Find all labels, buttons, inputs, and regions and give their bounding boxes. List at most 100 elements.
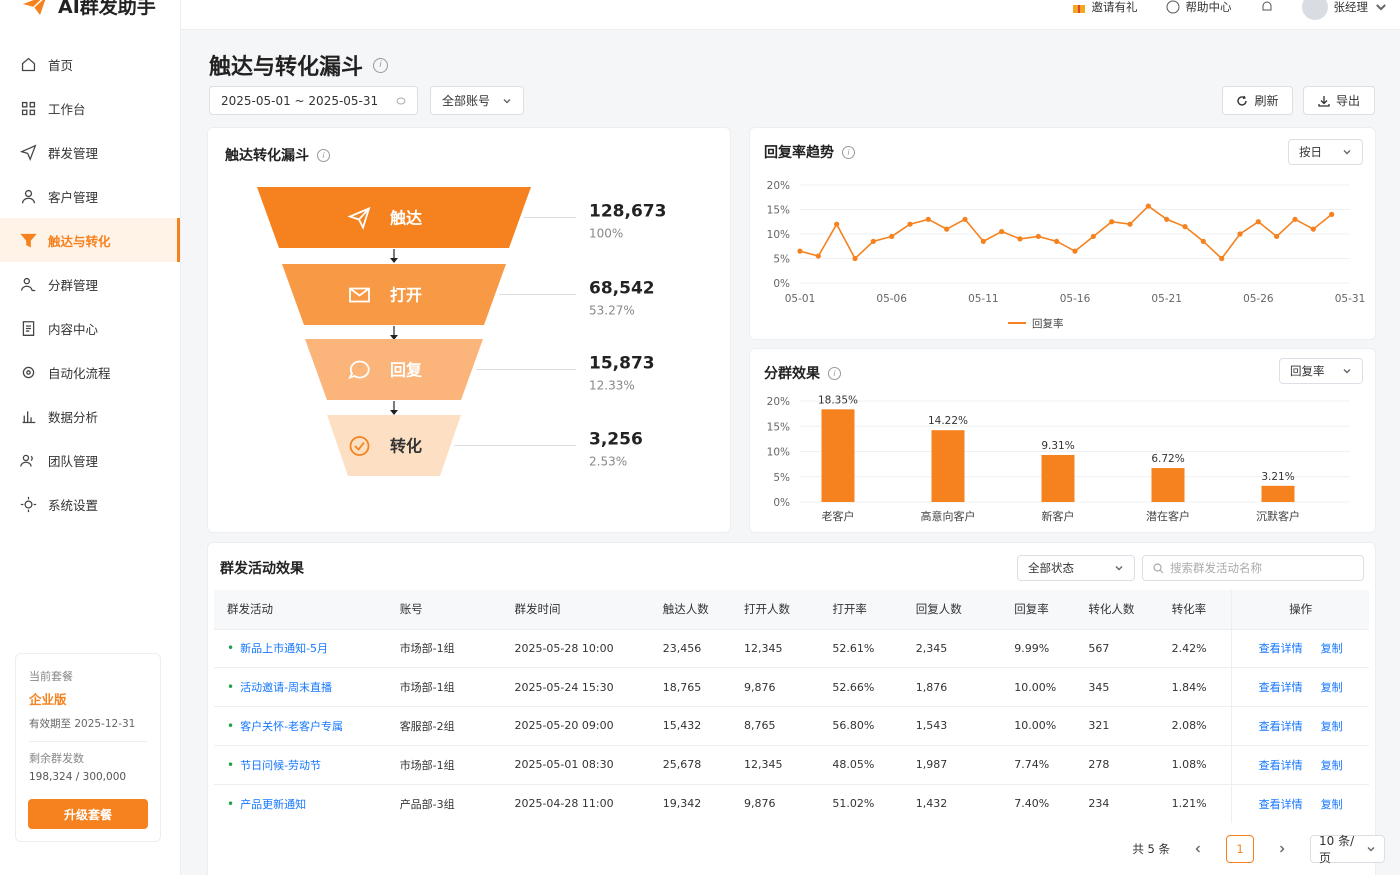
prev-page-button[interactable] [1184,835,1212,863]
view-detail-link[interactable]: 查看详情 [1259,681,1303,694]
column-header: 操作 [1231,590,1369,629]
next-page-button[interactable] [1268,835,1296,863]
campaign-name-link[interactable]: 新品上市通知-5月 [214,628,387,668]
column-header: 回复人数 [902,590,1002,629]
segment-chart: 0% 5% 10% 15% 20% 18.35% 老客户 14.22% 高意向客户 9.31% 新客… [767,394,1350,523]
status-select[interactable]: 全部状态 [1017,555,1135,581]
campaign-search[interactable]: 搜索群发活动名称 [1142,555,1364,581]
x-category-label: 潜在客户 [1146,509,1190,523]
table-cell: 567 [1075,628,1159,668]
sidebar-item-8[interactable]: 数据分析 [0,394,180,438]
page-size-select[interactable]: 10 条/页 [1310,834,1385,865]
export-button[interactable]: 导出 [1303,86,1375,115]
refresh-button[interactable]: 刷新 [1222,86,1293,115]
view-detail-link[interactable]: 查看详情 [1259,720,1303,733]
help-link[interactable]: 帮助中心 [1166,0,1232,15]
sidebar-item-10[interactable]: 系统设置 [0,482,180,526]
data-point [1292,216,1298,222]
copy-link[interactable]: 复制 [1321,681,1343,694]
chevron-down-icon [1367,847,1375,852]
sidebar-item-6[interactable]: 内容中心 [0,306,180,350]
sidebar-item-5[interactable]: 分群管理 [0,262,180,306]
table-cell: 2025-05-01 08:30 [501,744,650,785]
data-point [1164,216,1170,222]
table-row: 新品上市通知-5月市场部-1组2025-05-28 10:0023,45612,… [214,628,1369,668]
sidebar-item-9[interactable]: 团队管理 [0,438,180,482]
date-range-picker[interactable]: 2025-05-01 ~ 2025-05-31 [209,86,418,115]
remaining-label: 剩余群发数 [29,752,84,765]
campaign-name-link[interactable]: 客户关怀-老客户专属 [214,706,387,746]
sidebar-item-0[interactable]: 首页 [0,42,180,86]
copy-link[interactable]: 复制 [1321,642,1343,655]
series-line [799,205,1333,260]
table-row: 产品更新通知产品部-3组2025-04-28 11:0019,3429,8765… [214,783,1369,823]
data-point [944,226,950,232]
bar [1041,454,1075,502]
sidebar-item-label: 触达与转化 [48,233,111,249]
table-cell: 7.74% [1001,744,1076,785]
x-tick-label: 05-16 [1060,293,1091,305]
document-icon [22,320,35,336]
data-point [1329,211,1335,217]
remaining-count: 198,324 / 300,000 [29,771,127,783]
user-name: 张经理 [1333,0,1369,14]
table-cell: 234 [1075,783,1159,823]
table-cell: 1.08% [1158,744,1232,785]
home-icon [21,57,36,71]
data-point [1255,219,1261,225]
data-point [1109,219,1115,225]
view-detail-link[interactable]: 查看详情 [1259,759,1303,772]
column-header: 账号 [386,590,502,629]
table-cell: 9,876 [731,667,820,707]
row-actions: 查看详情 复制 [1231,628,1369,668]
table-cell: 25,678 [649,744,732,785]
sidebar-item-label: 系统设置 [48,497,99,513]
sidebar-item-3[interactable]: 客户管理 [0,174,180,218]
funnel-card: 触达转化漏斗 i 触达 128,673 100% 打开 68,542 53.27% 回复 15… [207,127,731,533]
funnel-stage-label: 转化 [390,437,422,456]
bar-value-label: 9.31% [1041,440,1074,452]
table-cell: 1,987 [902,744,1002,785]
data-point [907,221,913,227]
data-point [1090,233,1096,240]
copy-link[interactable]: 复制 [1321,798,1343,811]
sidebar-item-1[interactable]: 工作台 [0,86,180,130]
notification-button[interactable] [1260,0,1274,14]
table-cell: 2,345 [902,628,1002,668]
sidebar-item-7[interactable]: 自动化流程 [0,350,180,394]
copy-link[interactable]: 复制 [1321,759,1343,772]
page-size-value: 10 条/页 [1319,834,1355,865]
table-cell: 51.02% [819,783,903,823]
campaign-name-link[interactable]: 活动邀请-周末直播 [214,667,387,707]
table-body: 新品上市通知-5月市场部-1组2025-05-28 10:0023,45612,… [214,628,1369,823]
view-detail-link[interactable]: 查看详情 [1259,798,1303,811]
campaign-name-link[interactable]: 节日问候-劳动节 [214,744,387,785]
info-icon[interactable]: i [373,57,389,73]
sidebar-item-2[interactable]: 群发管理 [0,130,180,174]
segment-card: 分群效果 i 回复率 0% 5% 10% 15% 20% 18.35% 老客户 14.22% 高… [749,348,1376,533]
app-name: AI群发助手 [58,0,156,18]
help-label: 帮助中心 [1185,0,1232,14]
user-menu[interactable]: 张经理 [1301,0,1389,20]
invite-link[interactable]: 邀请有礼 [1072,0,1138,15]
chevron-down-icon [503,98,511,103]
bar-chart-icon [22,410,36,423]
page-1-button[interactable]: 1 [1226,835,1254,863]
sidebar-item-4[interactable]: 触达与转化 [0,218,180,262]
table-cell: 1.84% [1158,667,1232,707]
data-point [1145,203,1151,209]
user-icon [21,189,36,203]
funnel-stage-value: 128,673 [589,202,666,222]
bar-value-label: 3.21% [1261,471,1294,483]
table-cell: 9,876 [731,783,820,823]
campaign-name-link[interactable]: 产品更新通知 [214,783,387,823]
upgrade-button[interactable]: 升级套餐 [28,799,148,829]
account-select[interactable]: 全部账号 [430,86,524,115]
logo-icon [23,0,46,15]
copy-link[interactable]: 复制 [1321,720,1343,733]
data-point [797,248,803,254]
table-row: 活动邀请-周末直播市场部-1组2025-05-24 15:3018,7659,8… [214,667,1369,707]
view-detail-link[interactable]: 查看详情 [1259,642,1303,655]
y-tick-label: 20% [767,396,790,408]
team-icon [20,454,33,467]
